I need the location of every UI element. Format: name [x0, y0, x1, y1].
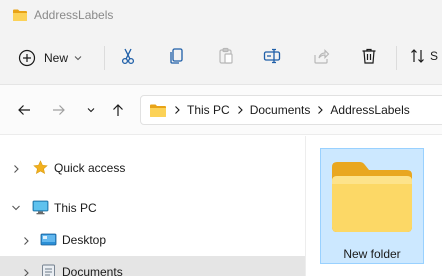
- breadcrumb-documents[interactable]: Documents: [250, 103, 311, 117]
- chevron-down-icon[interactable]: [83, 102, 99, 118]
- chevron-right-icon[interactable]: [12, 164, 20, 174]
- command-separator: [396, 46, 397, 70]
- new-button-label: New: [44, 51, 69, 65]
- copy-icon[interactable]: [168, 47, 186, 65]
- breadcrumb-addresslabels[interactable]: AddressLabels: [330, 103, 409, 117]
- documents-icon: [42, 264, 55, 276]
- monitor-icon: [32, 200, 49, 215]
- folder-icon: [332, 162, 412, 232]
- paste-icon[interactable]: [217, 47, 235, 65]
- chevron-right-icon[interactable]: [236, 105, 244, 115]
- tree-item-label: This PC: [54, 201, 97, 215]
- chevron-down-icon: [74, 56, 82, 61]
- chevron-right-icon: [175, 106, 180, 114]
- breadcrumb-this-pc[interactable]: This PC: [187, 103, 230, 117]
- plus-circle-icon: [18, 49, 36, 67]
- share-icon[interactable]: [312, 47, 330, 65]
- command-separator: [104, 46, 105, 70]
- arrow-left-icon[interactable]: [16, 102, 32, 118]
- tree-item-quick-access[interactable]: Quick access: [0, 152, 305, 184]
- cut-icon[interactable]: [119, 47, 137, 65]
- arrow-right-icon[interactable]: [51, 102, 67, 118]
- file-list: New folder: [306, 136, 442, 276]
- tree-item-documents[interactable]: Documents: [0, 256, 305, 276]
- desktop-icon: [40, 233, 57, 246]
- tree-item-this-pc[interactable]: This PC: [0, 192, 305, 224]
- rename-icon[interactable]: [263, 47, 281, 65]
- title-bar[interactable]: AddressLabels: [0, 0, 442, 30]
- tree-item-desktop[interactable]: Desktop: [0, 224, 305, 256]
- chevron-right-icon[interactable]: [22, 236, 30, 246]
- chevron-right-icon[interactable]: [316, 105, 324, 115]
- sort-icon: [411, 49, 424, 63]
- chevron-down-icon[interactable]: [11, 204, 21, 212]
- command-bar: New S: [0, 30, 442, 85]
- star-icon: [33, 160, 48, 174]
- navigation-pane: Quick access This PC Desktop Documents: [0, 136, 305, 276]
- folder-item[interactable]: New folder: [320, 148, 424, 264]
- tree-item-label: Documents: [62, 265, 123, 276]
- address-bar[interactable]: This PC Documents AddressLabels: [140, 95, 442, 125]
- tree-item-label: Quick access: [54, 161, 126, 175]
- folder-icon: [150, 104, 166, 117]
- sort-button[interactable]: S: [410, 47, 438, 65]
- file-explorer-window: AddressLabels New S This PC Documents Ad…: [0, 0, 442, 276]
- navigation-bar: This PC Documents AddressLabels: [0, 85, 442, 135]
- window-title: AddressLabels: [34, 8, 114, 22]
- arrow-up-icon[interactable]: [110, 102, 126, 118]
- new-button[interactable]: New: [18, 44, 94, 72]
- folder-icon: [12, 8, 28, 25]
- delete-icon[interactable]: [360, 47, 378, 65]
- tree-item-label: Desktop: [62, 233, 107, 247]
- chevron-right-icon[interactable]: [22, 268, 30, 276]
- folder-item-label: New folder: [343, 247, 401, 261]
- sort-button-label: S: [430, 49, 439, 63]
